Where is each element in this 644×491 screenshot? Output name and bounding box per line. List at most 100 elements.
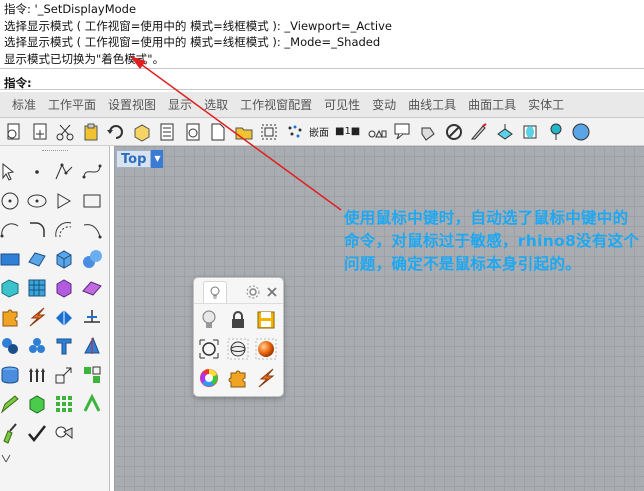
ellipse-icon[interactable]: [25, 189, 49, 213]
arc-icon[interactable]: [0, 218, 22, 242]
lock-icon[interactable]: [226, 308, 250, 332]
folder-icon[interactable]: [233, 121, 255, 143]
save-icon[interactable]: [254, 308, 278, 332]
scale-icon[interactable]: [52, 363, 76, 387]
split-icon[interactable]: [80, 334, 104, 358]
puzzle-icon[interactable]: [226, 366, 250, 390]
pencil-icon[interactable]: [0, 392, 22, 416]
viewport-menu-icon[interactable]: ▼: [151, 150, 164, 168]
undo-icon[interactable]: [105, 121, 127, 143]
cylinder-icon[interactable]: [519, 121, 541, 143]
properties-icon[interactable]: [156, 121, 178, 143]
sphere-group-icon[interactable]: [80, 247, 104, 271]
circle-icon[interactable]: [0, 189, 22, 213]
fillet-icon[interactable]: [25, 218, 49, 242]
tab-standard[interactable]: 标准: [6, 92, 42, 117]
tab-display[interactable]: 显示: [162, 92, 198, 117]
grid-snap-icon[interactable]: [80, 363, 104, 387]
cut-icon[interactable]: [54, 121, 76, 143]
panel-grip[interactable]: [42, 150, 68, 152]
tab-viewport-layout[interactable]: 工作视窗配置: [234, 92, 318, 117]
polygon-icon[interactable]: [52, 189, 76, 213]
annotation-icon[interactable]: [392, 121, 414, 143]
tab-visibility[interactable]: 可见性: [318, 92, 366, 117]
tab-set-view[interactable]: 设置视图: [102, 92, 162, 117]
tab-transform[interactable]: 变动: [366, 92, 402, 117]
tab-curve-tools[interactable]: 曲线工具: [402, 92, 462, 117]
flash-icon[interactable]: [254, 366, 278, 390]
transform-icon[interactable]: [52, 305, 76, 329]
check-icon[interactable]: [25, 421, 49, 445]
tab-solid-tools[interactable]: 实体工: [522, 92, 570, 117]
history-line: 选择显示模式 ( 工作视窗=使用中的 模式=线框模式 ): _Viewport=…: [4, 18, 392, 33]
globe-icon[interactable]: [570, 121, 592, 143]
tab-cplanes[interactable]: 工作平面: [42, 92, 102, 117]
main-toolbar: 嵌面 ■1■: [0, 118, 644, 146]
page-icon[interactable]: [207, 121, 229, 143]
extrude-surface-icon[interactable]: [25, 247, 49, 271]
light-icon[interactable]: [417, 121, 439, 143]
command-prompt[interactable]: 指令:: [0, 68, 644, 90]
cube-green-icon[interactable]: [25, 392, 49, 416]
map-pin-icon[interactable]: [545, 121, 567, 143]
shaded-sphere-icon[interactable]: [254, 337, 278, 361]
shapes-group-icon[interactable]: [52, 421, 76, 445]
command-prompt-label: 指令:: [4, 76, 32, 90]
shapes-icon[interactable]: [366, 121, 388, 143]
rectangle-icon[interactable]: [80, 189, 104, 213]
cylinder-solid-icon[interactable]: [0, 363, 22, 387]
chevron-down-icon[interactable]: [0, 450, 22, 474]
history-line: 显示模式已切换为"着色模式"。: [4, 51, 165, 66]
open-file-icon[interactable]: [29, 121, 51, 143]
disable-icon[interactable]: [443, 121, 465, 143]
floating-panel-header: [194, 278, 283, 304]
blend-curve-icon[interactable]: [80, 218, 104, 242]
color-wheel-icon[interactable]: [197, 366, 221, 390]
text-icon[interactable]: [52, 334, 76, 358]
mesh-box-icon[interactable]: [0, 276, 22, 300]
grid-array-icon[interactable]: [52, 392, 76, 416]
new-file-icon[interactable]: [3, 121, 25, 143]
viewport-title[interactable]: Top: [116, 150, 152, 168]
lightbulb-icon[interactable]: [203, 281, 227, 303]
pipe-icon[interactable]: [80, 392, 104, 416]
tab-select[interactable]: 选取: [198, 92, 234, 117]
floating-toolbar-panel: [193, 277, 284, 397]
offset-curve-icon[interactable]: [52, 218, 76, 242]
dimension-icon[interactable]: [80, 305, 104, 329]
frame-icon[interactable]: [258, 121, 280, 143]
paste-icon[interactable]: [80, 121, 102, 143]
box-icon[interactable]: [131, 121, 153, 143]
toolbar-tabs: 标准 工作平面 设置视图 显示 选取 工作视窗配置 可见性 变动 曲线工具 曲面…: [0, 92, 644, 118]
array-icon[interactable]: [25, 334, 49, 358]
command-history: 指令: '_SetDisplayMode 选择显示模式 ( 工作视窗=使用中的 …: [0, 0, 644, 68]
left-toolbar-panel: [0, 146, 110, 491]
polyline-icon[interactable]: [52, 160, 76, 184]
align-icon[interactable]: [25, 363, 49, 387]
brush-icon[interactable]: [0, 421, 22, 445]
close-icon[interactable]: [260, 281, 284, 303]
group-spheres-icon[interactable]: [0, 334, 22, 358]
plugin-icon[interactable]: [0, 305, 22, 329]
annotation-text: 使用鼠标中键时，自动选了鼠标中键中的命令，对鼠标过于敏感，rhino8没有这个问…: [344, 209, 640, 273]
document-icon[interactable]: [182, 121, 204, 143]
knife-icon[interactable]: [468, 121, 490, 143]
toolbar-patch-label[interactable]: 嵌面: [309, 124, 329, 139]
viewport-tab[interactable]: Top ▼: [116, 150, 164, 168]
mesh-grid-icon[interactable]: [25, 276, 49, 300]
toolbar-dimension-label[interactable]: ■1■: [335, 126, 360, 137]
subd-surface-icon[interactable]: [80, 276, 104, 300]
select-arrow-icon[interactable]: [0, 160, 22, 184]
box-solid-icon[interactable]: [52, 247, 76, 271]
plane-icon[interactable]: [0, 247, 22, 271]
point-icon[interactable]: [25, 160, 49, 184]
wireframe-sphere-icon[interactable]: [226, 337, 250, 361]
subd-box-icon[interactable]: [52, 276, 76, 300]
boolean-flash-icon[interactable]: [25, 305, 49, 329]
point-cloud-icon[interactable]: [284, 121, 306, 143]
zoom-extents-icon[interactable]: [197, 337, 221, 361]
curve-icon[interactable]: [80, 160, 104, 184]
gumball-icon[interactable]: [494, 121, 516, 143]
bulb-toggle-icon[interactable]: [197, 308, 221, 332]
tab-surface-tools[interactable]: 曲面工具: [462, 92, 522, 117]
